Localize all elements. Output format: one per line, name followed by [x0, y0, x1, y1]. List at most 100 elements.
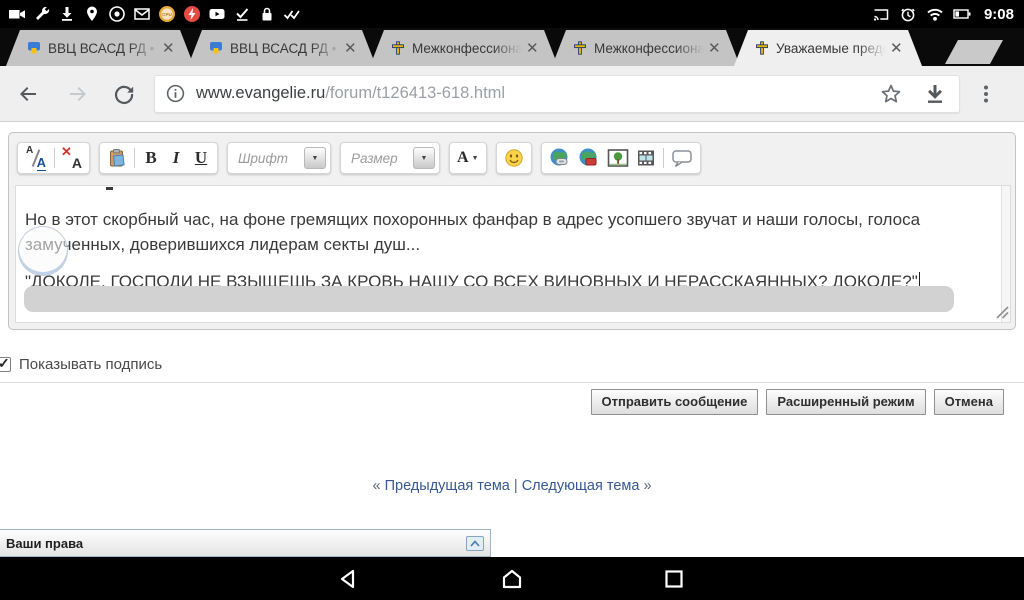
- download-icon: [58, 5, 76, 23]
- tab-title: Уважаемые предсто: [776, 41, 888, 56]
- insert-video-icon[interactable]: [636, 146, 656, 170]
- video-camera-icon: [8, 5, 26, 23]
- wrench-icon: [33, 5, 51, 23]
- message-textarea[interactable]: Но в этот скорбный час, на фоне гремящих…: [15, 185, 1011, 323]
- advanced-mode-button[interactable]: Расширенный режим: [766, 389, 925, 415]
- youtube-icon: [208, 5, 226, 23]
- smiley-group: [496, 142, 532, 174]
- browser-tab-strip: ВВЦ ВСАСД РД • Про ✕ ВВЦ ВСАСД РД • Про …: [0, 28, 1024, 66]
- wifi-icon: [926, 5, 944, 23]
- browser-tab-3[interactable]: Межконфессиональ ✕: [370, 30, 558, 66]
- chevron-down-icon[interactable]: ▼: [304, 147, 326, 169]
- tab-close-icon[interactable]: ✕: [344, 41, 357, 56]
- font-color-group: A ▼: [449, 142, 487, 174]
- check-underline-icon: [233, 5, 251, 23]
- chevron-down-icon: ▼: [472, 155, 479, 162]
- system-status-icons: 9:08: [872, 5, 1024, 23]
- message-editor-panel: A A ✕ A B I U: [8, 132, 1016, 330]
- resize-grip-icon[interactable]: [995, 305, 1010, 320]
- double-check-icon: [283, 5, 301, 23]
- form-buttons: Отправить сообщение Расширенный режим От…: [591, 389, 1005, 415]
- message-text: Но в этот скорбный час, на фоне гремящих…: [25, 186, 987, 294]
- browser-tab-1[interactable]: ВВЦ ВСАСД РД • Про ✕: [6, 30, 194, 66]
- tab-close-icon[interactable]: ✕: [526, 41, 539, 56]
- chevron-down-icon[interactable]: ▼: [413, 147, 435, 169]
- previous-topic-link[interactable]: Предыдущая тема: [385, 478, 510, 494]
- underline-button[interactable]: U: [192, 146, 210, 170]
- italic-label: I: [173, 148, 180, 168]
- url-path: /forum/t126413-618.html: [325, 84, 505, 102]
- browser-toolbar: www.evangelie.ru/forum/t126413-618.html: [0, 66, 1024, 122]
- download-page-icon[interactable]: [923, 82, 947, 106]
- signature-option-row: Показывать подпись: [0, 356, 162, 373]
- cross-favicon: [391, 41, 405, 55]
- next-topic-link[interactable]: Следующая тема: [522, 478, 640, 494]
- bookmark-star-icon[interactable]: [879, 82, 903, 106]
- font-color-button[interactable]: A ▼: [457, 146, 479, 170]
- lock-icon: [258, 5, 276, 23]
- battery-icon: [953, 5, 971, 23]
- cast-icon: [872, 5, 890, 23]
- tab-close-icon[interactable]: ✕: [162, 41, 175, 56]
- android-recents-button[interactable]: [661, 566, 687, 592]
- notification-icons: CPU: [0, 5, 872, 23]
- page-info-icon[interactable]: [165, 83, 186, 104]
- letter-a-big: A: [37, 156, 46, 171]
- touch-indicator-circle: [18, 226, 68, 276]
- italic-button[interactable]: I: [167, 146, 185, 170]
- tab-overflow-stub[interactable]: [945, 40, 1003, 64]
- tab-close-icon[interactable]: ✕: [708, 41, 721, 56]
- textarea-vertical-scrollbar[interactable]: [1001, 186, 1010, 322]
- url-field[interactable]: www.evangelie.ru/forum/t126413-618.html: [154, 75, 960, 113]
- collapse-button[interactable]: [466, 536, 484, 551]
- rights-label: Ваши права: [6, 536, 466, 551]
- url-text[interactable]: www.evangelie.ru/forum/t126413-618.html: [196, 84, 879, 103]
- paste-icon[interactable]: [107, 146, 127, 170]
- browser-tab-5-active[interactable]: Уважаемые предсто ✕: [734, 30, 922, 66]
- font-select[interactable]: Шрифт ▼: [227, 142, 331, 174]
- submit-message-button[interactable]: Отправить сообщение: [591, 389, 759, 415]
- flash-badge-icon: [183, 5, 201, 23]
- cancel-button[interactable]: Отмена: [934, 389, 1004, 415]
- forward-button[interactable]: [66, 82, 90, 106]
- tab-title: Межконфессиональ: [594, 41, 706, 56]
- switch-editor-mode-icon[interactable]: A A: [25, 147, 47, 169]
- insert-image-icon[interactable]: [607, 146, 629, 170]
- android-back-button[interactable]: [337, 566, 363, 592]
- tab-close-icon[interactable]: ✕: [890, 41, 903, 56]
- nav-suffix: »: [643, 478, 651, 494]
- tab-title: Межконфессиональ: [412, 41, 524, 56]
- signature-checkbox[interactable]: [0, 357, 11, 372]
- tab-title: ВВЦ ВСАСД РД • Про: [230, 41, 342, 56]
- size-select[interactable]: Размер ▼: [340, 142, 440, 174]
- message-line-1: Но в этот скорбный час, на фоне гремящих…: [25, 207, 987, 232]
- red-x: ✕: [61, 144, 72, 160]
- overflow-menu-icon[interactable]: [974, 82, 998, 106]
- tab-title: ВВЦ ВСАСД РД • Про: [48, 41, 160, 56]
- bold-button[interactable]: B: [142, 146, 160, 170]
- cross-favicon: [755, 41, 769, 55]
- size-select-label: Размер: [341, 151, 413, 166]
- textarea-horizontal-scrollbar[interactable]: [24, 286, 954, 312]
- font-select-label: Шрифт: [228, 151, 304, 166]
- insert-group: [541, 142, 701, 174]
- remove-link-icon[interactable]: [578, 146, 600, 170]
- smiley-icon[interactable]: [504, 146, 524, 170]
- reload-button[interactable]: [112, 82, 136, 106]
- quote-icon[interactable]: [671, 146, 693, 170]
- cpu-badge-icon: CPU: [158, 5, 176, 23]
- signature-checkbox-label: Показывать подпись: [19, 356, 162, 373]
- editor-mode-group: A A ✕ A: [17, 142, 90, 174]
- back-button[interactable]: [16, 82, 40, 106]
- android-home-button[interactable]: [499, 566, 525, 592]
- message-line-2: замученных, доверившихся лидерам секты д…: [25, 232, 987, 257]
- browser-tab-4[interactable]: Межконфессиональ ✕: [552, 30, 740, 66]
- insert-link-icon[interactable]: [549, 146, 571, 170]
- browser-tab-2[interactable]: ВВЦ ВСАСД РД • Про ✕: [188, 30, 376, 66]
- remove-format-icon[interactable]: ✕ A: [62, 147, 82, 169]
- chrome-icon: [108, 5, 126, 23]
- your-rights-header: Ваши права: [0, 529, 491, 557]
- alarm-clock-icon: [899, 5, 917, 23]
- screen: CPU 9:08 ВВЦ ВСАСД РД • Про ✕ ВВЦ ВСАСД …: [0, 0, 1024, 600]
- clock-time: 9:08: [984, 6, 1014, 23]
